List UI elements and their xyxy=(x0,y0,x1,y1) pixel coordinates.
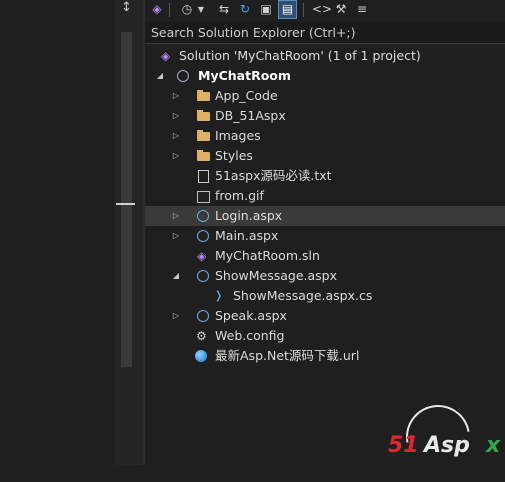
expanded-arrow-icon[interactable]: ◢ xyxy=(155,66,165,86)
collapsed-arrow-icon[interactable]: ▷ xyxy=(171,146,181,166)
tree-row-project[interactable]: ◢ MyChatRoom xyxy=(145,66,505,86)
scroll-marker xyxy=(116,203,135,205)
logo-number: 51 xyxy=(388,433,419,458)
item-label: ShowMessage.aspx xyxy=(215,268,337,283)
search-solution-explorer[interactable]: Search Solution Explorer (Ctrl+;) xyxy=(145,22,505,44)
collapsed-arrow-icon[interactable]: ▷ xyxy=(171,206,181,226)
tree-row-file[interactable]: 51aspx源码必读.txt xyxy=(145,166,505,186)
folder-icon xyxy=(197,130,210,141)
tree-row-file[interactable]: ▷ Main.aspx xyxy=(145,226,505,246)
watermark-logo: 51 Asp x xyxy=(388,392,505,482)
text-file-icon xyxy=(198,170,209,183)
solution-explorer-toolbar: ◈ ◷ ▼ ⇆ ↻ ▣ ▤ <> ⚒ ≡ xyxy=(145,0,505,20)
item-label: ShowMessage.aspx.cs xyxy=(233,288,373,303)
properties-wrench-icon[interactable]: ⚒ xyxy=(334,1,348,18)
folder-icon xyxy=(197,110,210,121)
web-project-icon xyxy=(177,70,189,82)
vertical-scrollbar[interactable] xyxy=(121,32,132,367)
logo-x: x xyxy=(486,433,501,458)
item-label: App_Code xyxy=(215,88,278,103)
tree-row-file[interactable]: ◢ ShowMessage.aspx xyxy=(145,266,505,286)
chevron-down-icon[interactable]: ▼ xyxy=(197,1,205,18)
collapse-icon[interactable]: ▣ xyxy=(259,1,273,18)
solution-file-icon: ◈ xyxy=(197,249,207,263)
logo-text: Asp xyxy=(424,433,470,458)
expanded-arrow-icon[interactable]: ◢ xyxy=(171,266,181,286)
tree-row-folder[interactable]: ▷ DB_51Aspx xyxy=(145,106,505,126)
editor-area xyxy=(0,0,115,465)
item-label: from.gif xyxy=(215,188,264,203)
item-label: MyChatRoom.sln xyxy=(215,248,320,263)
item-label: Images xyxy=(215,128,261,143)
tree-row-selected[interactable]: ▷ Login.aspx xyxy=(145,206,505,226)
folder-icon xyxy=(197,150,210,161)
config-file-icon: ⚙ xyxy=(196,329,207,343)
tree-row-folder[interactable]: ▷ Styles xyxy=(145,146,505,166)
item-label: Web.config xyxy=(215,328,285,343)
tree-row-file[interactable]: ❭ ShowMessage.aspx.cs xyxy=(145,286,505,306)
tree-row-file[interactable]: ⚙ Web.config xyxy=(145,326,505,346)
image-file-icon xyxy=(197,191,210,203)
vs-switch-icon[interactable]: ◈ xyxy=(150,1,164,18)
aspx-page-icon xyxy=(197,270,209,282)
preview-icon[interactable]: ≡ xyxy=(354,1,370,18)
tree-row-solution[interactable]: ◈ Solution 'MyChatRoom' (1 of 1 project) xyxy=(145,46,505,66)
csharp-file-icon: ❭ xyxy=(214,289,224,302)
tree-row-file[interactable]: ◈ MyChatRoom.sln xyxy=(145,246,505,266)
collapsed-arrow-icon[interactable]: ▷ xyxy=(171,126,181,146)
item-label: 最新Asp.Net源码下载.url xyxy=(215,348,360,363)
item-label: Main.aspx xyxy=(215,228,279,243)
solution-label: Solution 'MyChatRoom' (1 of 1 project) xyxy=(179,48,421,63)
item-label: 51aspx源码必读.txt xyxy=(215,168,332,183)
project-label: MyChatRoom xyxy=(198,68,291,83)
item-label: Login.aspx xyxy=(215,208,283,223)
solution-tree: ◈ Solution 'MyChatRoom' (1 of 1 project)… xyxy=(145,46,505,366)
item-label: DB_51Aspx xyxy=(215,108,286,123)
history-icon[interactable]: ◷ xyxy=(180,1,194,18)
item-label: Styles xyxy=(215,148,253,163)
tree-row-file[interactable]: from.gif xyxy=(145,186,505,206)
code-icon[interactable]: <> xyxy=(312,1,332,18)
tree-row-file[interactable]: ▷ Speak.aspx xyxy=(145,306,505,326)
collapsed-arrow-icon[interactable]: ▷ xyxy=(171,106,181,126)
pin-icon[interactable]: ↕ xyxy=(121,0,132,15)
tree-row-folder[interactable]: ▷ Images xyxy=(145,126,505,146)
collapsed-arrow-icon[interactable]: ▷ xyxy=(171,226,181,246)
collapsed-arrow-icon[interactable]: ▷ xyxy=(171,306,181,326)
tree-row-folder[interactable]: ▷ App_Code xyxy=(145,86,505,106)
folder-icon xyxy=(197,90,210,101)
url-shortcut-icon xyxy=(195,350,207,362)
aspx-page-icon xyxy=(197,310,209,322)
aspx-page-icon xyxy=(197,230,209,242)
show-all-files-icon[interactable]: ▤ xyxy=(278,0,297,19)
sync-arrows-icon[interactable]: ⇆ xyxy=(217,1,231,18)
refresh-icon[interactable]: ↻ xyxy=(238,1,252,18)
solution-icon: ◈ xyxy=(161,49,171,63)
collapsed-arrow-icon[interactable]: ▷ xyxy=(171,86,181,106)
tree-row-file[interactable]: 最新Asp.Net源码下载.url xyxy=(145,346,505,366)
item-label: Speak.aspx xyxy=(215,308,287,323)
aspx-page-icon xyxy=(197,210,209,222)
search-placeholder: Search Solution Explorer (Ctrl+;) xyxy=(151,25,356,40)
